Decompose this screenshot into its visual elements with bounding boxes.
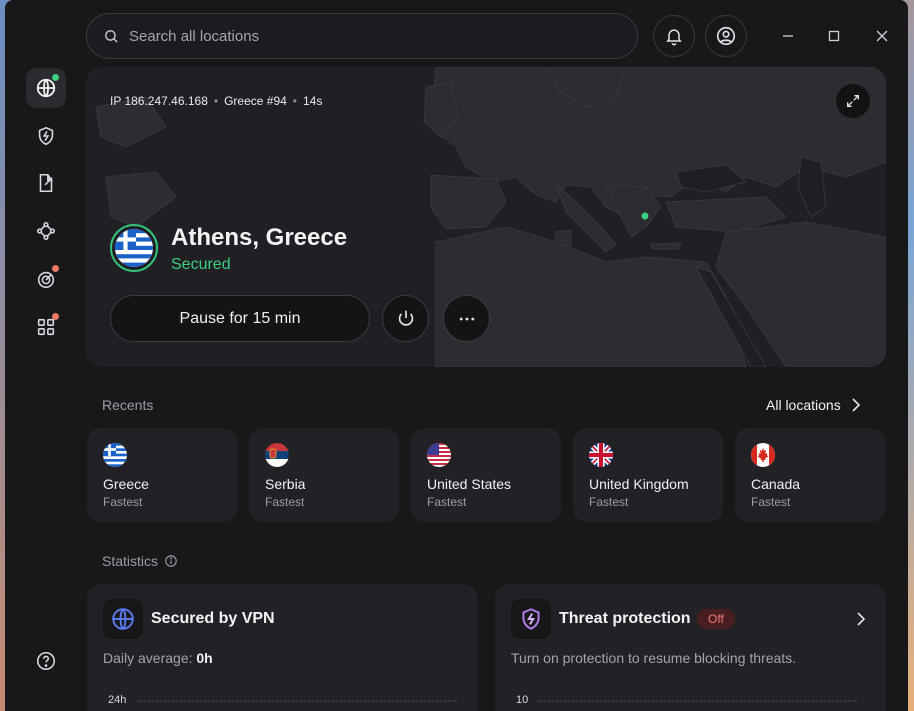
server-name: Greece #94 (224, 94, 287, 108)
status-badge: Off (697, 609, 735, 629)
profile-button[interactable] (705, 15, 747, 57)
user-icon (716, 26, 736, 46)
shield-bolt-icon (38, 126, 54, 146)
meshnet-icon (36, 221, 56, 241)
expand-map-button[interactable] (836, 84, 870, 118)
minimize-button[interactable] (774, 22, 802, 50)
recent-country: United States (427, 476, 512, 492)
search-bar[interactable] (86, 13, 638, 59)
close-button[interactable] (868, 22, 896, 50)
sidebar (5, 0, 85, 711)
shield-bolt-icon (522, 608, 540, 630)
recent-mode: Fastest (103, 495, 143, 509)
recent-location-card[interactable]: Greece Fastest (87, 428, 237, 522)
chart-gridline (137, 700, 457, 702)
bell-icon (666, 29, 682, 46)
statistics-title: Statistics (102, 553, 159, 569)
all-locations-label: All locations (766, 397, 841, 413)
connection-info: IP 186.247.46.168 • Greece #94 • 14s (110, 94, 323, 108)
globe-icon (112, 608, 134, 630)
more-options-button[interactable] (443, 295, 490, 342)
file-export-icon (39, 173, 53, 193)
connected-location: Athens, Greece (171, 224, 348, 251)
search-icon (105, 29, 118, 43)
daily-average-value: 0h (196, 650, 213, 666)
pause-button[interactable]: Pause for 15 min (110, 295, 370, 342)
search-input[interactable] (129, 27, 609, 45)
globe-icon-badge (103, 599, 143, 639)
chart-gridline (537, 700, 857, 702)
notifications-button[interactable] (653, 15, 695, 57)
recent-location-card[interactable]: United Kingdom Fastest (573, 428, 723, 522)
sidebar-item-apps[interactable] (26, 307, 66, 347)
canada-flag (751, 443, 775, 467)
sidebar-item-threat-protection[interactable] (26, 116, 66, 156)
ip-address: IP 186.247.46.168 (110, 94, 208, 108)
connection-status: Secured (171, 256, 231, 273)
connected-dot (52, 74, 59, 81)
recent-country: Canada (751, 476, 801, 492)
sidebar-item-split-tunneling[interactable] (26, 163, 66, 203)
recent-mode: Fastest (427, 495, 467, 509)
location-marker (641, 212, 649, 220)
vpn-stats-card[interactable]: Secured by VPN Daily average: 0h 24h (87, 584, 477, 711)
threat-stats-title: Threat protection (559, 610, 691, 627)
greece-flag (103, 443, 127, 467)
greece-flag-icon (115, 229, 153, 267)
recent-mode: Fastest (589, 495, 629, 509)
all-locations-link[interactable]: All locations (766, 397, 861, 413)
app-window: IP 186.247.46.168 • Greece #94 • 14s (5, 0, 908, 711)
threat-stats-card[interactable]: Threat protection Off Turn on protection… (495, 584, 886, 711)
threat-description: Turn on protection to resume blocking th… (511, 650, 797, 666)
shield-icon-badge (511, 599, 551, 639)
daily-average-label: Daily average: (103, 650, 197, 666)
sidebar-item-help[interactable] (26, 641, 66, 681)
recent-country: Serbia (265, 476, 306, 492)
notification-dot (52, 313, 59, 320)
recent-location-card[interactable]: Serbia Fastest (249, 428, 399, 522)
help-icon (36, 651, 56, 671)
notification-dot (52, 265, 59, 272)
recent-location-card[interactable]: United States Fastest (411, 428, 561, 522)
recent-mode: Fastest (265, 495, 305, 509)
sidebar-item-vpn[interactable] (26, 68, 66, 108)
daily-average: Daily average: 0h (103, 650, 213, 666)
recent-country: Greece (103, 476, 149, 492)
recents-title: Recents (102, 397, 154, 413)
recent-country: United Kingdom (589, 476, 689, 492)
uk-flag (589, 443, 613, 467)
sidebar-item-dark-web-monitor[interactable] (26, 259, 66, 299)
us-flag (427, 443, 451, 467)
chart-axis-label: 24h (108, 694, 127, 706)
vpn-stats-title: Secured by VPN (151, 610, 275, 627)
close-icon (876, 30, 888, 42)
maximize-icon (828, 30, 840, 42)
sidebar-item-meshnet[interactable] (26, 211, 66, 251)
info-icon[interactable] (164, 554, 178, 568)
recent-location-card[interactable]: Canada Fastest (735, 428, 885, 522)
maximize-button[interactable] (820, 22, 848, 50)
disconnect-button[interactable] (382, 295, 429, 342)
chart-axis-label: 10 (516, 694, 529, 706)
power-icon (398, 310, 413, 326)
statistics-header: Statistics (102, 553, 178, 569)
more-icon (459, 317, 474, 320)
connection-panel: IP 186.247.46.168 • Greece #94 • 14s Ath… (86, 67, 886, 367)
connection-duration: 14s (303, 94, 323, 108)
chevron-right-icon[interactable] (856, 612, 866, 626)
minimize-icon (783, 35, 793, 37)
expand-icon (847, 95, 859, 107)
chevron-right-icon (852, 398, 860, 412)
recent-mode: Fastest (751, 495, 791, 509)
serbia-flag (265, 443, 289, 467)
greece-flag-large (110, 224, 158, 272)
